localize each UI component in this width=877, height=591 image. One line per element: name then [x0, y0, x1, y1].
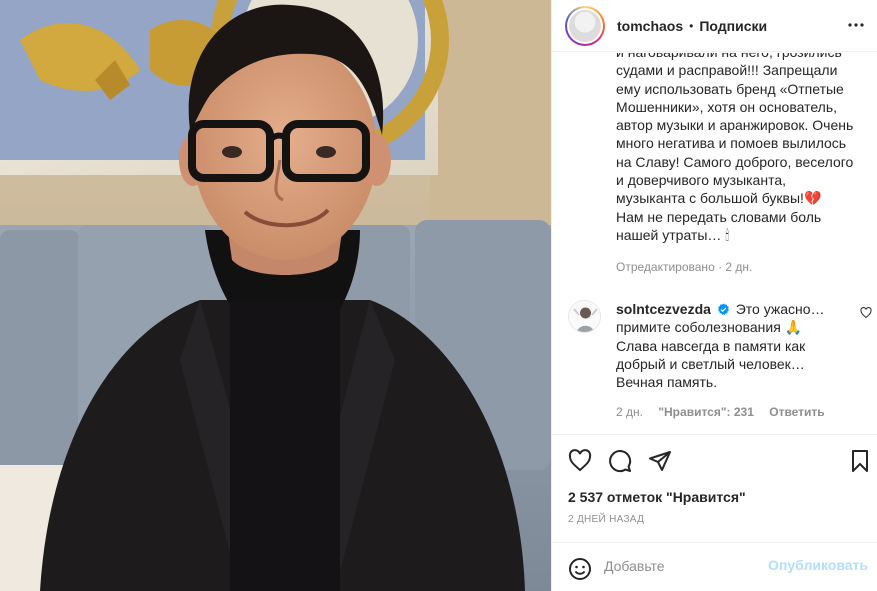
comment-line: добрый и светлый человек…: [616, 355, 805, 372]
author-username[interactable]: tomchaos: [617, 18, 683, 34]
comment-bubble-icon[interactable]: [608, 449, 634, 475]
caption-line: музыканта с большой буквы!💔: [616, 190, 822, 207]
post-header: tomchaos • Подписки: [552, 0, 877, 52]
caption-line: Мошенники», хотя он основатель,: [616, 98, 838, 115]
post-photo-image: [0, 0, 551, 591]
share-paper-plane-icon[interactable]: [648, 449, 674, 475]
caption-line: нашей утраты… 🕯: [616, 226, 730, 243]
verified-badge-icon: [717, 303, 729, 315]
edited-timestamp: Отредактировано · 2 дн.: [616, 260, 753, 274]
commenter-avatar[interactable]: [568, 300, 601, 333]
reply-button[interactable]: Ответить: [769, 405, 824, 419]
comment-line: Слава навсегда в памяти как: [616, 337, 806, 354]
comment-body: solntcezvezda Это ужасно… примите соболе…: [616, 300, 852, 391]
post-likes-count[interactable]: 2 537 отметок "Нравится": [568, 489, 746, 505]
comment-input[interactable]: [604, 555, 764, 577]
following-button[interactable]: Подписки: [699, 18, 767, 34]
post-date: 2 ДНЕЙ НАЗАД: [568, 514, 645, 525]
caption-line: много негатива и помоев вылилось: [616, 135, 847, 152]
caption-line: и наговаривали на него, грозились: [616, 53, 866, 61]
header-separator: •: [689, 18, 694, 33]
publish-button[interactable]: Опубликовать: [768, 557, 868, 573]
comments-list[interactable]: и наговаривали на него, грозились судами…: [552, 53, 877, 433]
caption-line: и доверчивого музыканта,: [616, 172, 787, 189]
commenter-username[interactable]: solntcezvezda: [616, 301, 711, 317]
post-caption: и наговаривали на него, грозились судами…: [616, 53, 866, 244]
comment-line: Вечная память.: [616, 374, 718, 391]
post-details-panel: tomchaos • Подписки и наговаривали на не…: [551, 0, 877, 591]
comment-likes[interactable]: "Нравится": 231: [658, 405, 754, 419]
post-photo[interactable]: [0, 0, 551, 591]
emoji-smiley-icon[interactable]: [568, 557, 592, 586]
comment-time: 2 дн.: [616, 405, 643, 419]
post-actions-bar: [552, 434, 877, 486]
comment-like-heart-icon[interactable]: [860, 306, 872, 324]
caption-line: ему использовать бренд «Отпетые: [616, 80, 844, 97]
like-heart-icon[interactable]: [568, 449, 594, 475]
comment-line: Это ужасно…: [735, 301, 825, 317]
more-horizontal-icon[interactable]: [846, 15, 866, 35]
caption-line: Нам не передать словами боль: [616, 208, 822, 225]
author-avatar[interactable]: [565, 5, 605, 46]
caption-line: автор музыки и аранжировок. Очень: [616, 117, 854, 134]
caption-line: на Славу! Самого доброго, веселого: [616, 153, 854, 170]
caption-line: судами и расправой!!! Запрещали: [616, 62, 838, 79]
add-comment-bar: Опубликовать: [552, 542, 877, 591]
save-bookmark-icon[interactable]: [848, 449, 874, 475]
comment-line: примите соболезнования 🙏: [616, 319, 803, 336]
comment-meta: 2 дн. "Нравится": 231 Ответить: [616, 405, 837, 419]
